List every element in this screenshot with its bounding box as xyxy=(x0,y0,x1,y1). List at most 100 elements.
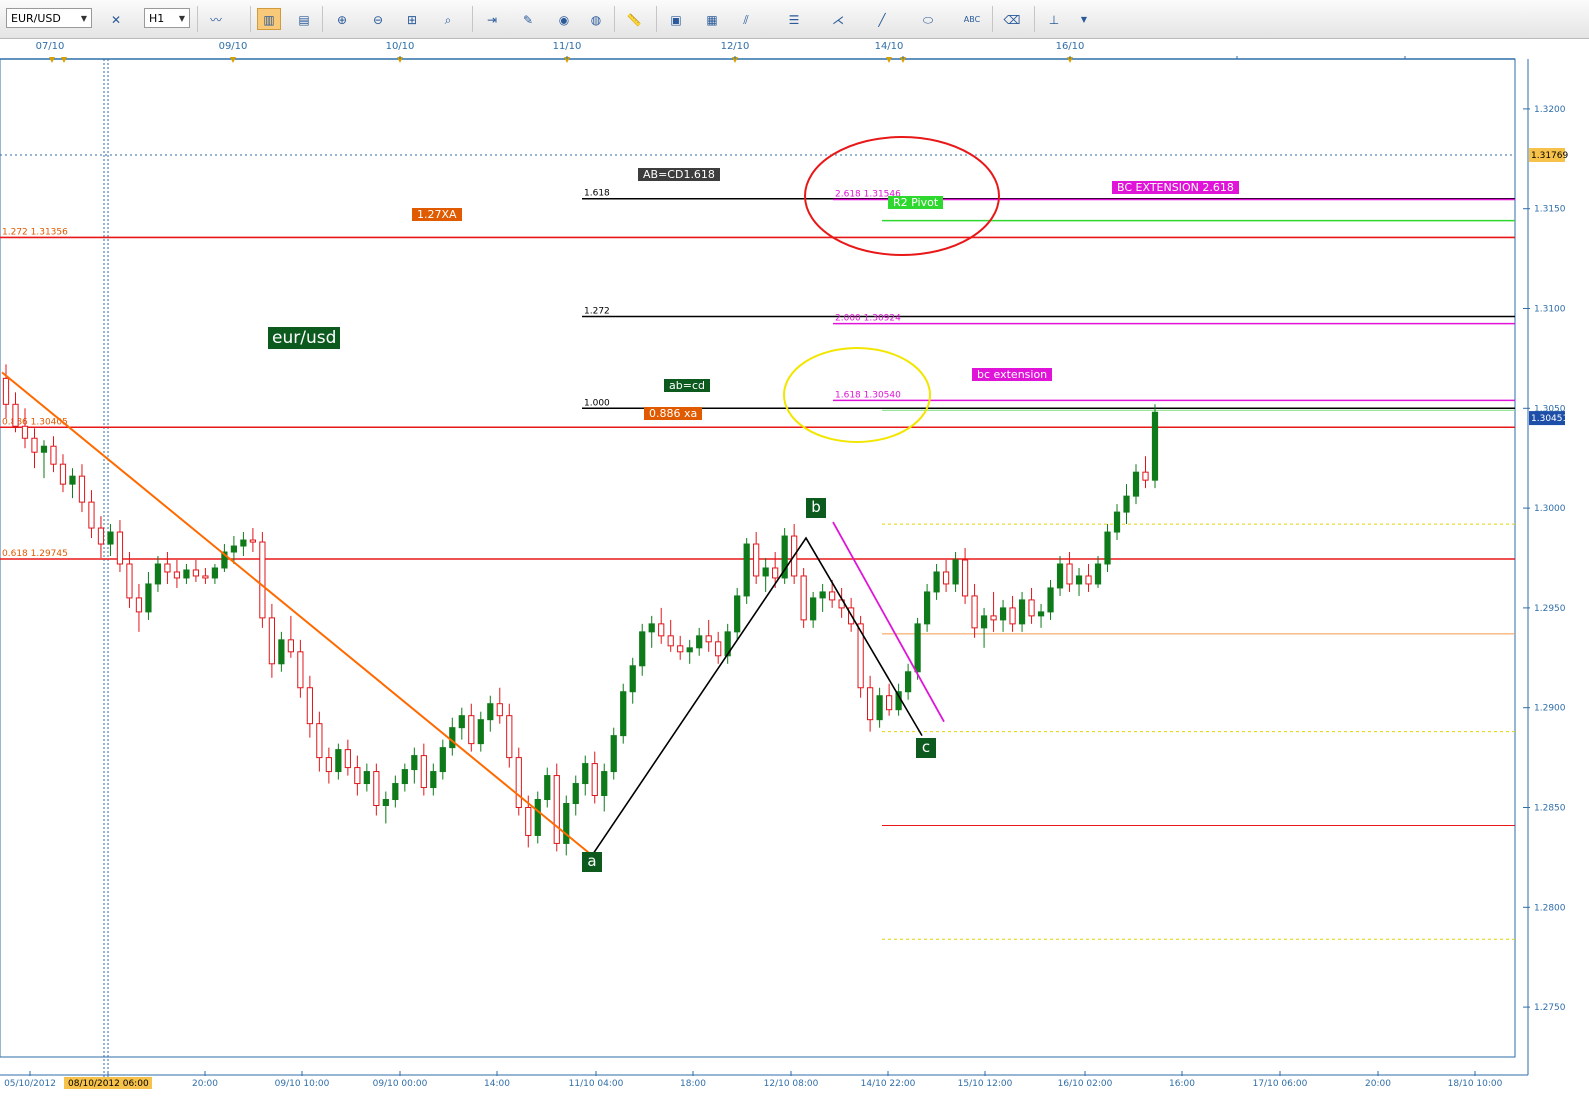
candle-body-bull xyxy=(69,475,76,485)
candle-body-bull xyxy=(449,727,456,749)
candle-body-bear xyxy=(525,807,532,836)
candle-body-bear xyxy=(829,591,836,601)
candle-body-bear xyxy=(772,567,779,579)
candle-body-bear xyxy=(715,641,722,657)
candle-body-bear xyxy=(354,767,361,785)
hline-icon[interactable]: ☰ xyxy=(782,8,806,30)
candle-body-bear xyxy=(135,597,143,613)
pitchfork-icon[interactable]: ⋌ xyxy=(826,8,850,30)
chart-svg[interactable]: 1.618 2.618 1.315461.272 1.313561.2722.00… xyxy=(0,0,1589,1101)
candle-body-bear xyxy=(420,755,427,789)
candle-body-bear xyxy=(21,425,29,439)
candle-body-bull xyxy=(620,691,627,737)
r2-pivot-box: R2 Pivot xyxy=(888,196,944,209)
globe-icon[interactable]: ◍ xyxy=(584,8,608,30)
eraser-icon[interactable]: ⌫ xyxy=(1000,8,1024,30)
tree-icon[interactable]: ⊥ xyxy=(1042,8,1066,30)
picture-icon[interactable]: ▣ xyxy=(664,8,688,30)
candle-body-bull xyxy=(980,615,988,629)
line-icon[interactable]: ╱ xyxy=(870,8,894,30)
candle-body-bear xyxy=(971,595,978,629)
price-tick-label: 1.2850 xyxy=(1534,804,1566,814)
time-tick-label: 18:00 xyxy=(680,1079,706,1089)
candle-body-bear xyxy=(50,445,57,465)
time-tick-label: 17/10 06:00 xyxy=(1253,1079,1308,1089)
ruler-icon[interactable]: 📏 xyxy=(622,8,646,30)
eye-icon[interactable]: ◉ xyxy=(552,8,576,30)
candle-body-bear xyxy=(667,635,674,647)
candle-body-bull xyxy=(629,665,636,693)
date-marker-icon xyxy=(61,57,67,63)
objects-icon[interactable]: ▦ xyxy=(700,8,724,30)
date-bar: 07/10 09/10 10/10 11/10 12/10 14/10 16/1… xyxy=(0,39,1589,56)
chart-type-icon[interactable]: ✕ xyxy=(104,8,128,30)
zoom-out-icon[interactable]: ⊖ xyxy=(366,8,390,30)
candle-body-bull xyxy=(933,571,940,593)
line-chart-icon[interactable]: 〰 xyxy=(204,8,228,30)
dotted-price-label: 1.31769 xyxy=(1531,151,1568,161)
candle-body-bear xyxy=(97,527,105,545)
abcd-1618-box: AB=CD1.618 xyxy=(638,168,720,181)
point-c-label: c xyxy=(916,738,936,758)
trendline-icon[interactable]: ⫽ xyxy=(734,8,758,30)
separator xyxy=(1034,6,1035,32)
zoom-in-icon[interactable]: ⊕ xyxy=(330,8,354,30)
ellipse-icon[interactable]: ⬭ xyxy=(916,8,940,30)
candle-body-bear xyxy=(990,615,997,621)
time-tick-label: 16:00 xyxy=(1169,1079,1195,1089)
candle-body-bull xyxy=(743,543,750,597)
template-icon[interactable]: ✎ xyxy=(516,8,540,30)
candle-body-bull xyxy=(762,567,769,577)
candle-body-bear xyxy=(344,749,351,769)
candle-body-bull xyxy=(1056,563,1064,589)
text-icon[interactable]: ABC xyxy=(960,8,984,30)
symbol-select[interactable]: EUR/USD ▼ xyxy=(6,8,92,28)
candle-body-bull xyxy=(582,763,589,785)
candle-body-bear xyxy=(961,559,969,597)
candle-body-bull xyxy=(278,639,285,665)
time-tick-label: 11/10 04:00 xyxy=(569,1079,624,1089)
candle-chart-icon[interactable]: ▥ xyxy=(257,8,281,30)
candle-body-bear xyxy=(116,531,124,565)
chart-title: eur/usd xyxy=(268,327,341,349)
date-marker-icon xyxy=(49,57,55,63)
candles xyxy=(2,364,1159,856)
date-label: 16/10 xyxy=(1055,41,1085,52)
zoom-fit-icon[interactable]: ⊞ xyxy=(400,8,424,30)
candle-body-bull xyxy=(914,623,921,673)
time-tick-label: 12/10 08:00 xyxy=(764,1079,819,1089)
candle-body-bear xyxy=(192,569,200,577)
candle-body-bear xyxy=(202,575,209,579)
candle-body-bull xyxy=(487,703,494,721)
candle-body-bear xyxy=(1066,563,1073,585)
candle-body-bull xyxy=(696,635,703,649)
candle-body-bear xyxy=(12,403,19,427)
candle-body-bull xyxy=(1132,471,1140,497)
bar-chart-icon[interactable]: ▤ xyxy=(292,8,316,30)
candle-body-bear xyxy=(468,715,475,745)
timeframe-select[interactable]: H1 ▼ xyxy=(144,8,190,28)
candle-body-bear xyxy=(496,703,503,717)
candle-body-bull xyxy=(430,771,437,789)
time-tick-label: 16/10 02:00 xyxy=(1058,1079,1113,1089)
candle-body-bull xyxy=(145,583,152,613)
candle-body-bear xyxy=(1009,607,1016,625)
candle-body-bull xyxy=(610,735,617,773)
separator xyxy=(250,6,251,32)
time-tick-label: 14:00 xyxy=(484,1079,510,1089)
candle-body-bull xyxy=(952,559,959,585)
xa-1272-box: 1.27XA xyxy=(412,208,462,221)
candle-body-bull xyxy=(154,563,162,585)
level-label: 2.000 1.30924 xyxy=(835,314,901,324)
candle-body-bear xyxy=(800,575,807,621)
price-tick-label: 1.3100 xyxy=(1534,305,1566,315)
time-tick-label: 05/10/2012 xyxy=(4,1079,56,1089)
chevron-down-icon[interactable]: ▼ xyxy=(1072,8,1096,30)
bc-extension-box: bc extension xyxy=(972,368,1053,381)
candle-body-bear xyxy=(515,757,522,808)
separator xyxy=(614,6,615,32)
candle-body-bull xyxy=(1104,531,1111,565)
zoom-area-icon[interactable]: ⌕ xyxy=(436,8,460,30)
candle-body-bull xyxy=(819,591,826,599)
period-separator-icon[interactable]: ⇥ xyxy=(480,8,504,30)
